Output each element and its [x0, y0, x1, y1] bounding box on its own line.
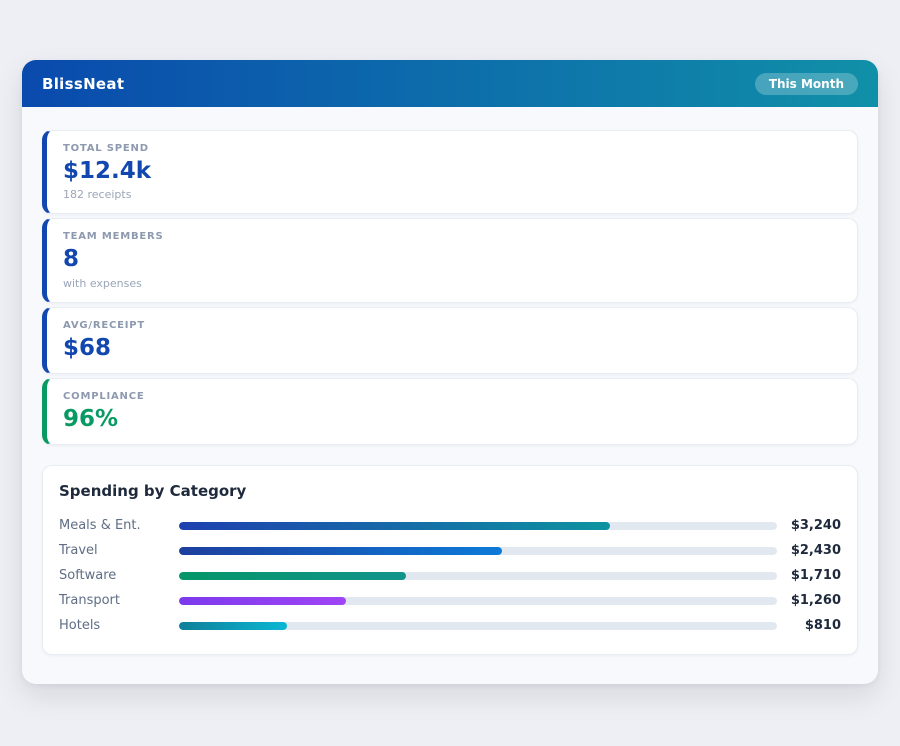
dashboard-content: TOTAL SPEND $12.4k 182 receipts TEAM MEM… — [22, 107, 878, 677]
chart-category-label: Transport — [59, 593, 179, 608]
stat-value: 8 — [63, 247, 841, 272]
chart-row: Transport $1,260 — [59, 588, 841, 613]
stat-sublabel: 182 receipts — [63, 188, 841, 201]
stat-label: COMPLIANCE — [63, 391, 841, 402]
stat-card: TEAM MEMBERS 8 with expenses — [42, 218, 858, 302]
chart-category-label: Hotels — [59, 618, 179, 633]
stat-value: $12.4k — [63, 159, 841, 184]
spending-chart-card: Spending by Category Meals & Ent. $3,240… — [42, 465, 858, 655]
app-title: BlissNeat — [42, 75, 124, 93]
chart-value-label: $2,430 — [777, 543, 841, 558]
stats-list: TOTAL SPEND $12.4k 182 receipts TEAM MEM… — [42, 130, 858, 445]
chart-category-label: Travel — [59, 543, 179, 558]
bar-fill — [179, 622, 287, 630]
stat-label: TOTAL SPEND — [63, 143, 841, 154]
chart-row: Meals & Ent. $3,240 — [59, 513, 841, 538]
stat-sublabel: with expenses — [63, 277, 841, 290]
stat-card: AVG/RECEIPT $68 — [42, 307, 858, 374]
chart-value-label: $1,710 — [777, 568, 841, 583]
stat-value: 96% — [63, 407, 841, 432]
chart-category-label: Meals & Ent. — [59, 518, 179, 533]
stat-label: TEAM MEMBERS — [63, 231, 841, 242]
chart-value-label: $3,240 — [777, 518, 841, 533]
chart-rows: Meals & Ent. $3,240 Travel $2,430 Softwa… — [59, 513, 841, 638]
bar-track — [179, 522, 777, 530]
bar-track — [179, 547, 777, 555]
stat-label: AVG/RECEIPT — [63, 320, 841, 331]
bar-track — [179, 622, 777, 630]
bar-fill — [179, 572, 406, 580]
dashboard-panel: BlissNeat This Month TOTAL SPEND $12.4k … — [22, 60, 878, 684]
chart-value-label: $810 — [777, 618, 841, 633]
stat-card: TOTAL SPEND $12.4k 182 receipts — [42, 130, 858, 214]
bar-fill — [179, 522, 610, 530]
bar-fill — [179, 597, 346, 605]
chart-title: Spending by Category — [59, 482, 841, 500]
chart-row: Hotels $810 — [59, 613, 841, 638]
stat-value: $68 — [63, 336, 841, 361]
chart-row: Software $1,710 — [59, 563, 841, 588]
stat-card: COMPLIANCE 96% — [42, 378, 858, 445]
app-header: BlissNeat This Month — [22, 60, 878, 107]
bar-track — [179, 597, 777, 605]
bar-track — [179, 572, 777, 580]
bar-fill — [179, 547, 502, 555]
chart-value-label: $1,260 — [777, 593, 841, 608]
chart-category-label: Software — [59, 568, 179, 583]
period-badge[interactable]: This Month — [755, 73, 858, 95]
chart-row: Travel $2,430 — [59, 538, 841, 563]
